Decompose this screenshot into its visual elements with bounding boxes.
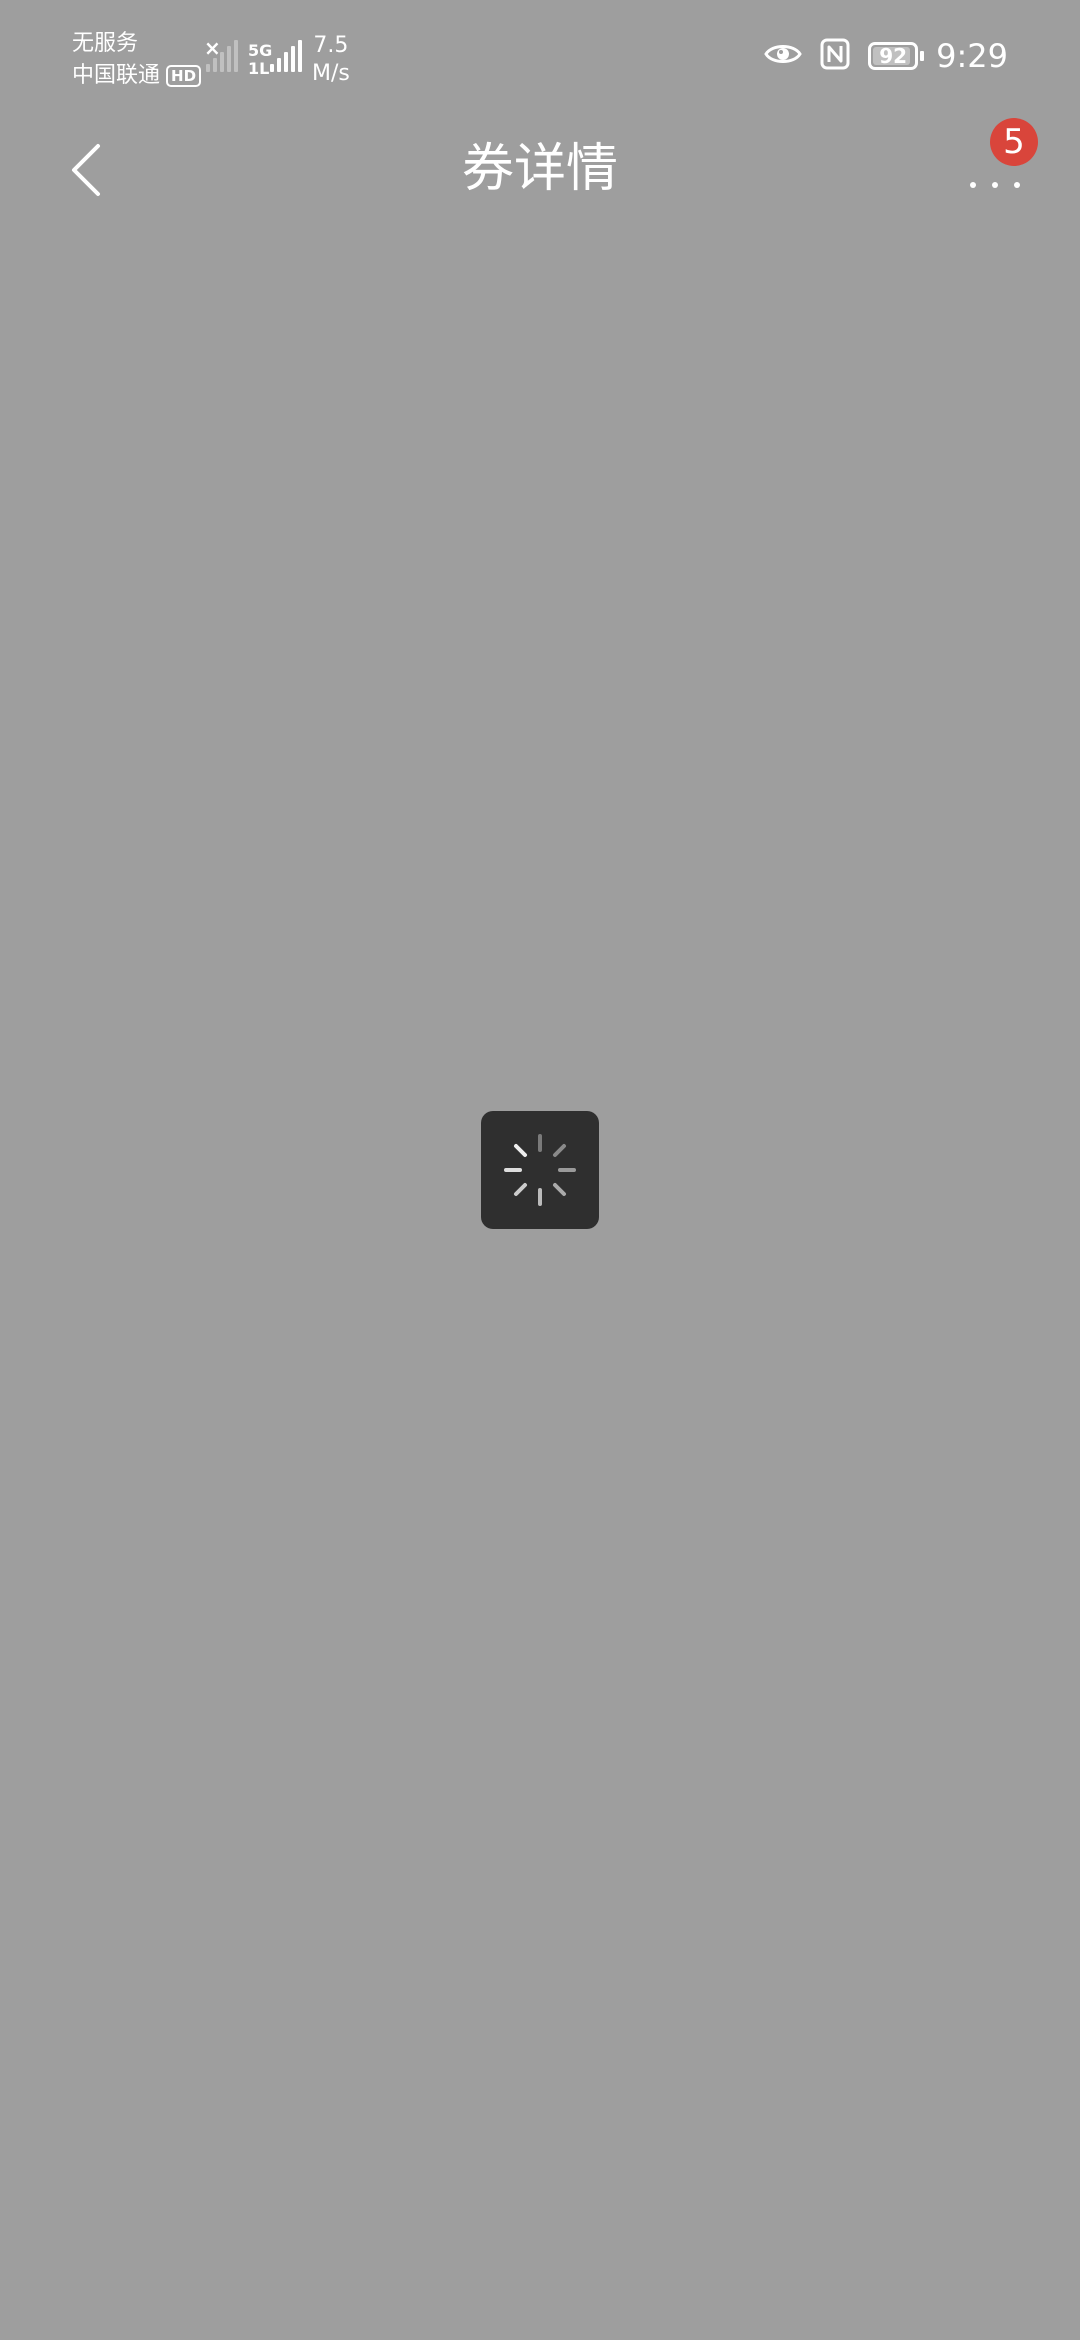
more-button[interactable] bbox=[960, 160, 1030, 200]
more-dots-icon bbox=[970, 182, 976, 188]
network-speed: 7.5 M/s bbox=[312, 32, 350, 88]
speed-unit: M/s bbox=[312, 61, 350, 86]
battery-level: 92 bbox=[879, 44, 908, 68]
notification-badge: 5 bbox=[990, 118, 1038, 166]
eye-icon bbox=[764, 41, 802, 71]
hd-badge: HD bbox=[166, 65, 202, 87]
signal-icon-sim1 bbox=[206, 40, 238, 72]
network-type-label: 5G 1L bbox=[248, 42, 272, 78]
right-status-icons: 92 9:29 bbox=[764, 38, 1008, 74]
carrier-info: 无服务 中国联通 HD bbox=[72, 28, 202, 92]
carrier-line-1: 无服务 bbox=[72, 28, 201, 60]
more-dots-icon bbox=[992, 182, 998, 188]
clock: 9:29 bbox=[936, 37, 1008, 75]
network-type: 5G bbox=[248, 41, 273, 60]
network-sub: 1L bbox=[248, 59, 270, 78]
title-bar: 券详情 bbox=[0, 120, 1080, 220]
carrier-1-label: 无服务 bbox=[72, 31, 139, 56]
more-dots-icon bbox=[1014, 182, 1020, 188]
nfc-icon bbox=[820, 38, 850, 74]
loading-indicator bbox=[481, 1111, 599, 1229]
battery-icon: 92 bbox=[868, 42, 925, 70]
spinner-icon bbox=[504, 1134, 576, 1206]
carrier-line-2: 中国联通 HD bbox=[72, 60, 202, 92]
signal-icon bbox=[270, 40, 302, 72]
page-title: 券详情 bbox=[461, 139, 618, 199]
status-bar: 无服务 中国联通 HD × 5G 1L 7.5 M/s 92 9:29 bbox=[0, 0, 1080, 120]
carrier-2-label: 中国联通 bbox=[72, 63, 161, 88]
speed-value: 7.5 bbox=[313, 33, 349, 58]
